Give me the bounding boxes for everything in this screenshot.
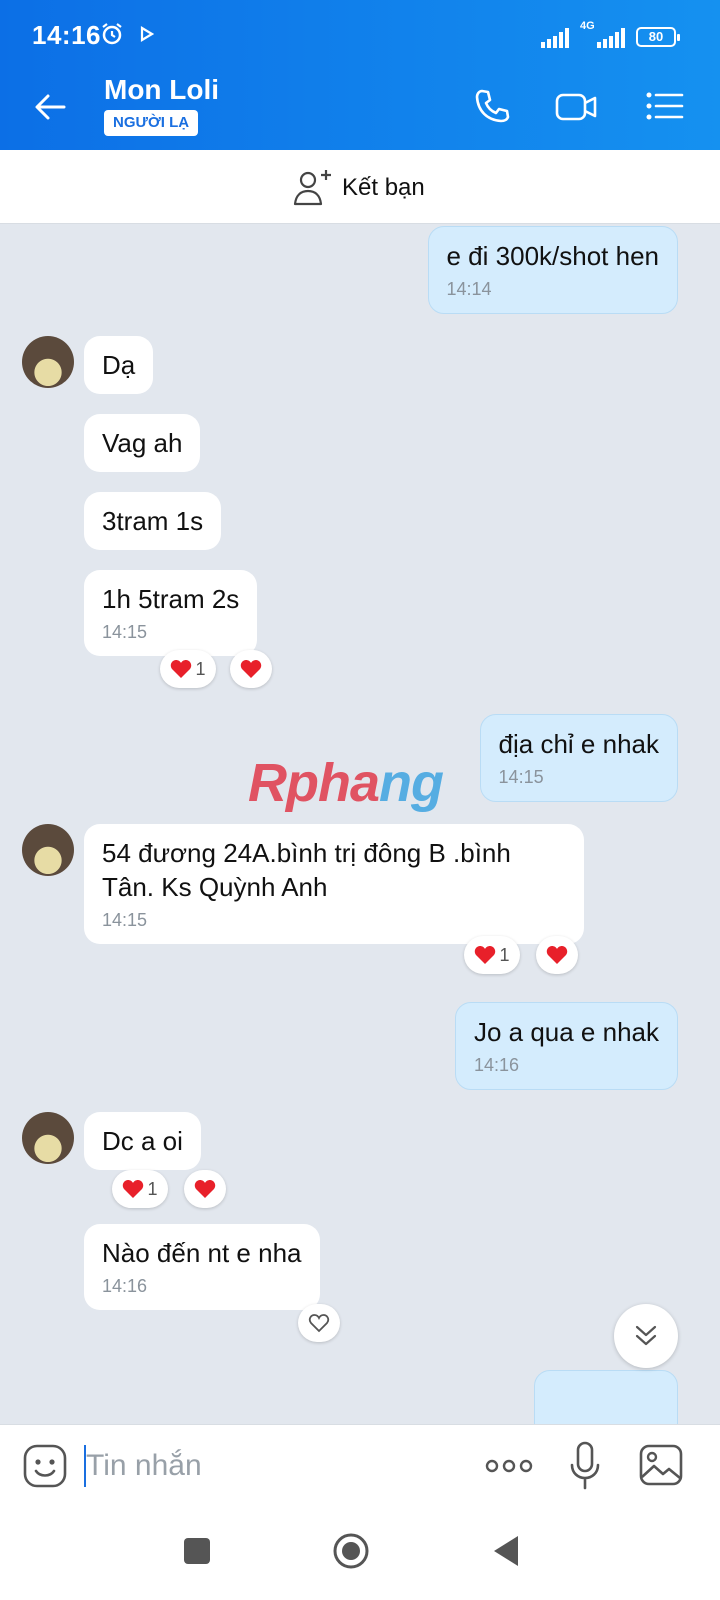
- add-friend-label: Kết bạn: [342, 174, 425, 201]
- signal-icon-2: [597, 28, 625, 48]
- status-bar: 14:16 4G 80: [0, 0, 720, 64]
- message-text: Vag ah: [102, 428, 183, 458]
- heart-outline-icon: [308, 1314, 330, 1333]
- message-text: Dạ: [102, 350, 136, 380]
- microphone-icon[interactable]: [568, 1441, 602, 1491]
- recent-apps-icon[interactable]: [182, 1536, 212, 1566]
- alarm-icon: [102, 23, 122, 45]
- message-time: 14:15: [102, 910, 148, 930]
- message-time: 14:16: [102, 1276, 148, 1296]
- message-bubble-outgoing[interactable]: địa chỉ e nhak 14:15: [479, 714, 678, 802]
- add-friend-icon: [293, 170, 331, 206]
- message-bubble-incoming[interactable]: 54 đương 24A.bình trị đông B .bình Tân. …: [84, 824, 584, 944]
- image-icon[interactable]: [638, 1443, 684, 1487]
- reaction-summary[interactable]: 1: [464, 936, 520, 974]
- message-bubble-incoming[interactable]: Vag ah: [84, 414, 201, 472]
- phone-icon[interactable]: [470, 84, 514, 128]
- system-nav-bar: [0, 1508, 720, 1600]
- heart-icon: [171, 660, 192, 678]
- heart-icon: [194, 1180, 216, 1198]
- message-time: 14:15: [498, 767, 544, 787]
- message-text: 3tram 1s: [102, 506, 204, 536]
- contact-name[interactable]: Mon Loli: [104, 74, 219, 106]
- message-time: 14:15: [102, 622, 148, 642]
- message-bubble-outgoing-partial[interactable]: [534, 1370, 678, 1424]
- watermark-part1: Rpha: [248, 753, 380, 813]
- avatar[interactable]: [22, 336, 74, 388]
- message-bubble-incoming[interactable]: 3tram 1s: [84, 492, 222, 550]
- scroll-down-button[interactable]: [614, 1304, 678, 1368]
- message-text: Nào đến nt e nha: [102, 1238, 302, 1268]
- react-heart-button[interactable]: [230, 650, 272, 688]
- sticker-icon[interactable]: [22, 1443, 68, 1489]
- play-notification-icon: [140, 26, 154, 42]
- message-bubble-incoming[interactable]: 1h 5tram 2s 14:15: [84, 570, 258, 656]
- chevron-down-icon: [635, 1325, 657, 1346]
- react-button[interactable]: [298, 1304, 340, 1342]
- network-type: 4G: [580, 20, 595, 32]
- menu-list-icon[interactable]: [642, 84, 686, 128]
- message-bubble-outgoing[interactable]: Jo a qua e nhak 14:16: [454, 1002, 678, 1090]
- avatar[interactable]: [22, 824, 74, 876]
- message-text: 54 đương 24A.bình trị đông B .bình Tân. …: [102, 838, 511, 902]
- stranger-badge: NGƯỜI LẠ: [104, 110, 199, 136]
- message-time: 14:16: [473, 1055, 519, 1075]
- back-arrow-icon[interactable]: [30, 86, 72, 128]
- message-text: Dc a oi: [102, 1126, 183, 1156]
- heart-icon: [123, 1180, 144, 1198]
- message-bubble-incoming[interactable]: Dạ: [84, 336, 154, 394]
- message-bubble-incoming[interactable]: Nào đến nt e nha 14:16: [84, 1224, 320, 1310]
- add-friend-button[interactable]: Kết bạn: [0, 150, 720, 224]
- home-icon[interactable]: [332, 1532, 370, 1570]
- watermark-part2: ng: [379, 753, 444, 813]
- video-call-icon[interactable]: [554, 84, 598, 128]
- chat-area: e đi 300k/shot hen 14:14 Dạ Vag ah 3tram…: [0, 224, 720, 1424]
- reaction-summary[interactable]: 1: [160, 650, 216, 688]
- back-nav-icon[interactable]: [492, 1534, 520, 1568]
- heart-icon: [546, 946, 568, 964]
- message-text: địa chỉ e nhak: [498, 729, 659, 759]
- message-input-bar: [0, 1424, 720, 1508]
- battery-icon: 80: [636, 27, 680, 47]
- reaction-count: 1: [147, 1178, 158, 1199]
- message-bubble-incoming[interactable]: Dc a oi: [84, 1112, 201, 1170]
- signal-icon: [541, 28, 569, 48]
- heart-icon: [240, 660, 262, 678]
- reaction-summary[interactable]: 1: [112, 1170, 168, 1208]
- avatar[interactable]: [22, 1112, 74, 1164]
- reaction-count: 1: [499, 944, 510, 965]
- message-text: 1h 5tram 2s: [102, 584, 240, 614]
- message-time: 14:14: [446, 279, 492, 299]
- message-bubble-outgoing[interactable]: e đi 300k/shot hen 14:14: [427, 226, 678, 314]
- message-text: e đi 300k/shot hen: [446, 241, 660, 271]
- message-input[interactable]: [86, 1443, 466, 1489]
- reaction-count: 1: [195, 658, 206, 679]
- heart-icon: [475, 946, 496, 964]
- watermark: Rphang: [248, 752, 444, 814]
- react-heart-button[interactable]: [184, 1170, 226, 1208]
- status-time: 14:16: [32, 20, 101, 50]
- message-text: Jo a qua e nhak: [473, 1017, 659, 1047]
- chat-header: Mon Loli NGƯỜI LẠ: [0, 64, 720, 150]
- more-options-icon[interactable]: [484, 1453, 534, 1479]
- react-heart-button[interactable]: [536, 936, 578, 974]
